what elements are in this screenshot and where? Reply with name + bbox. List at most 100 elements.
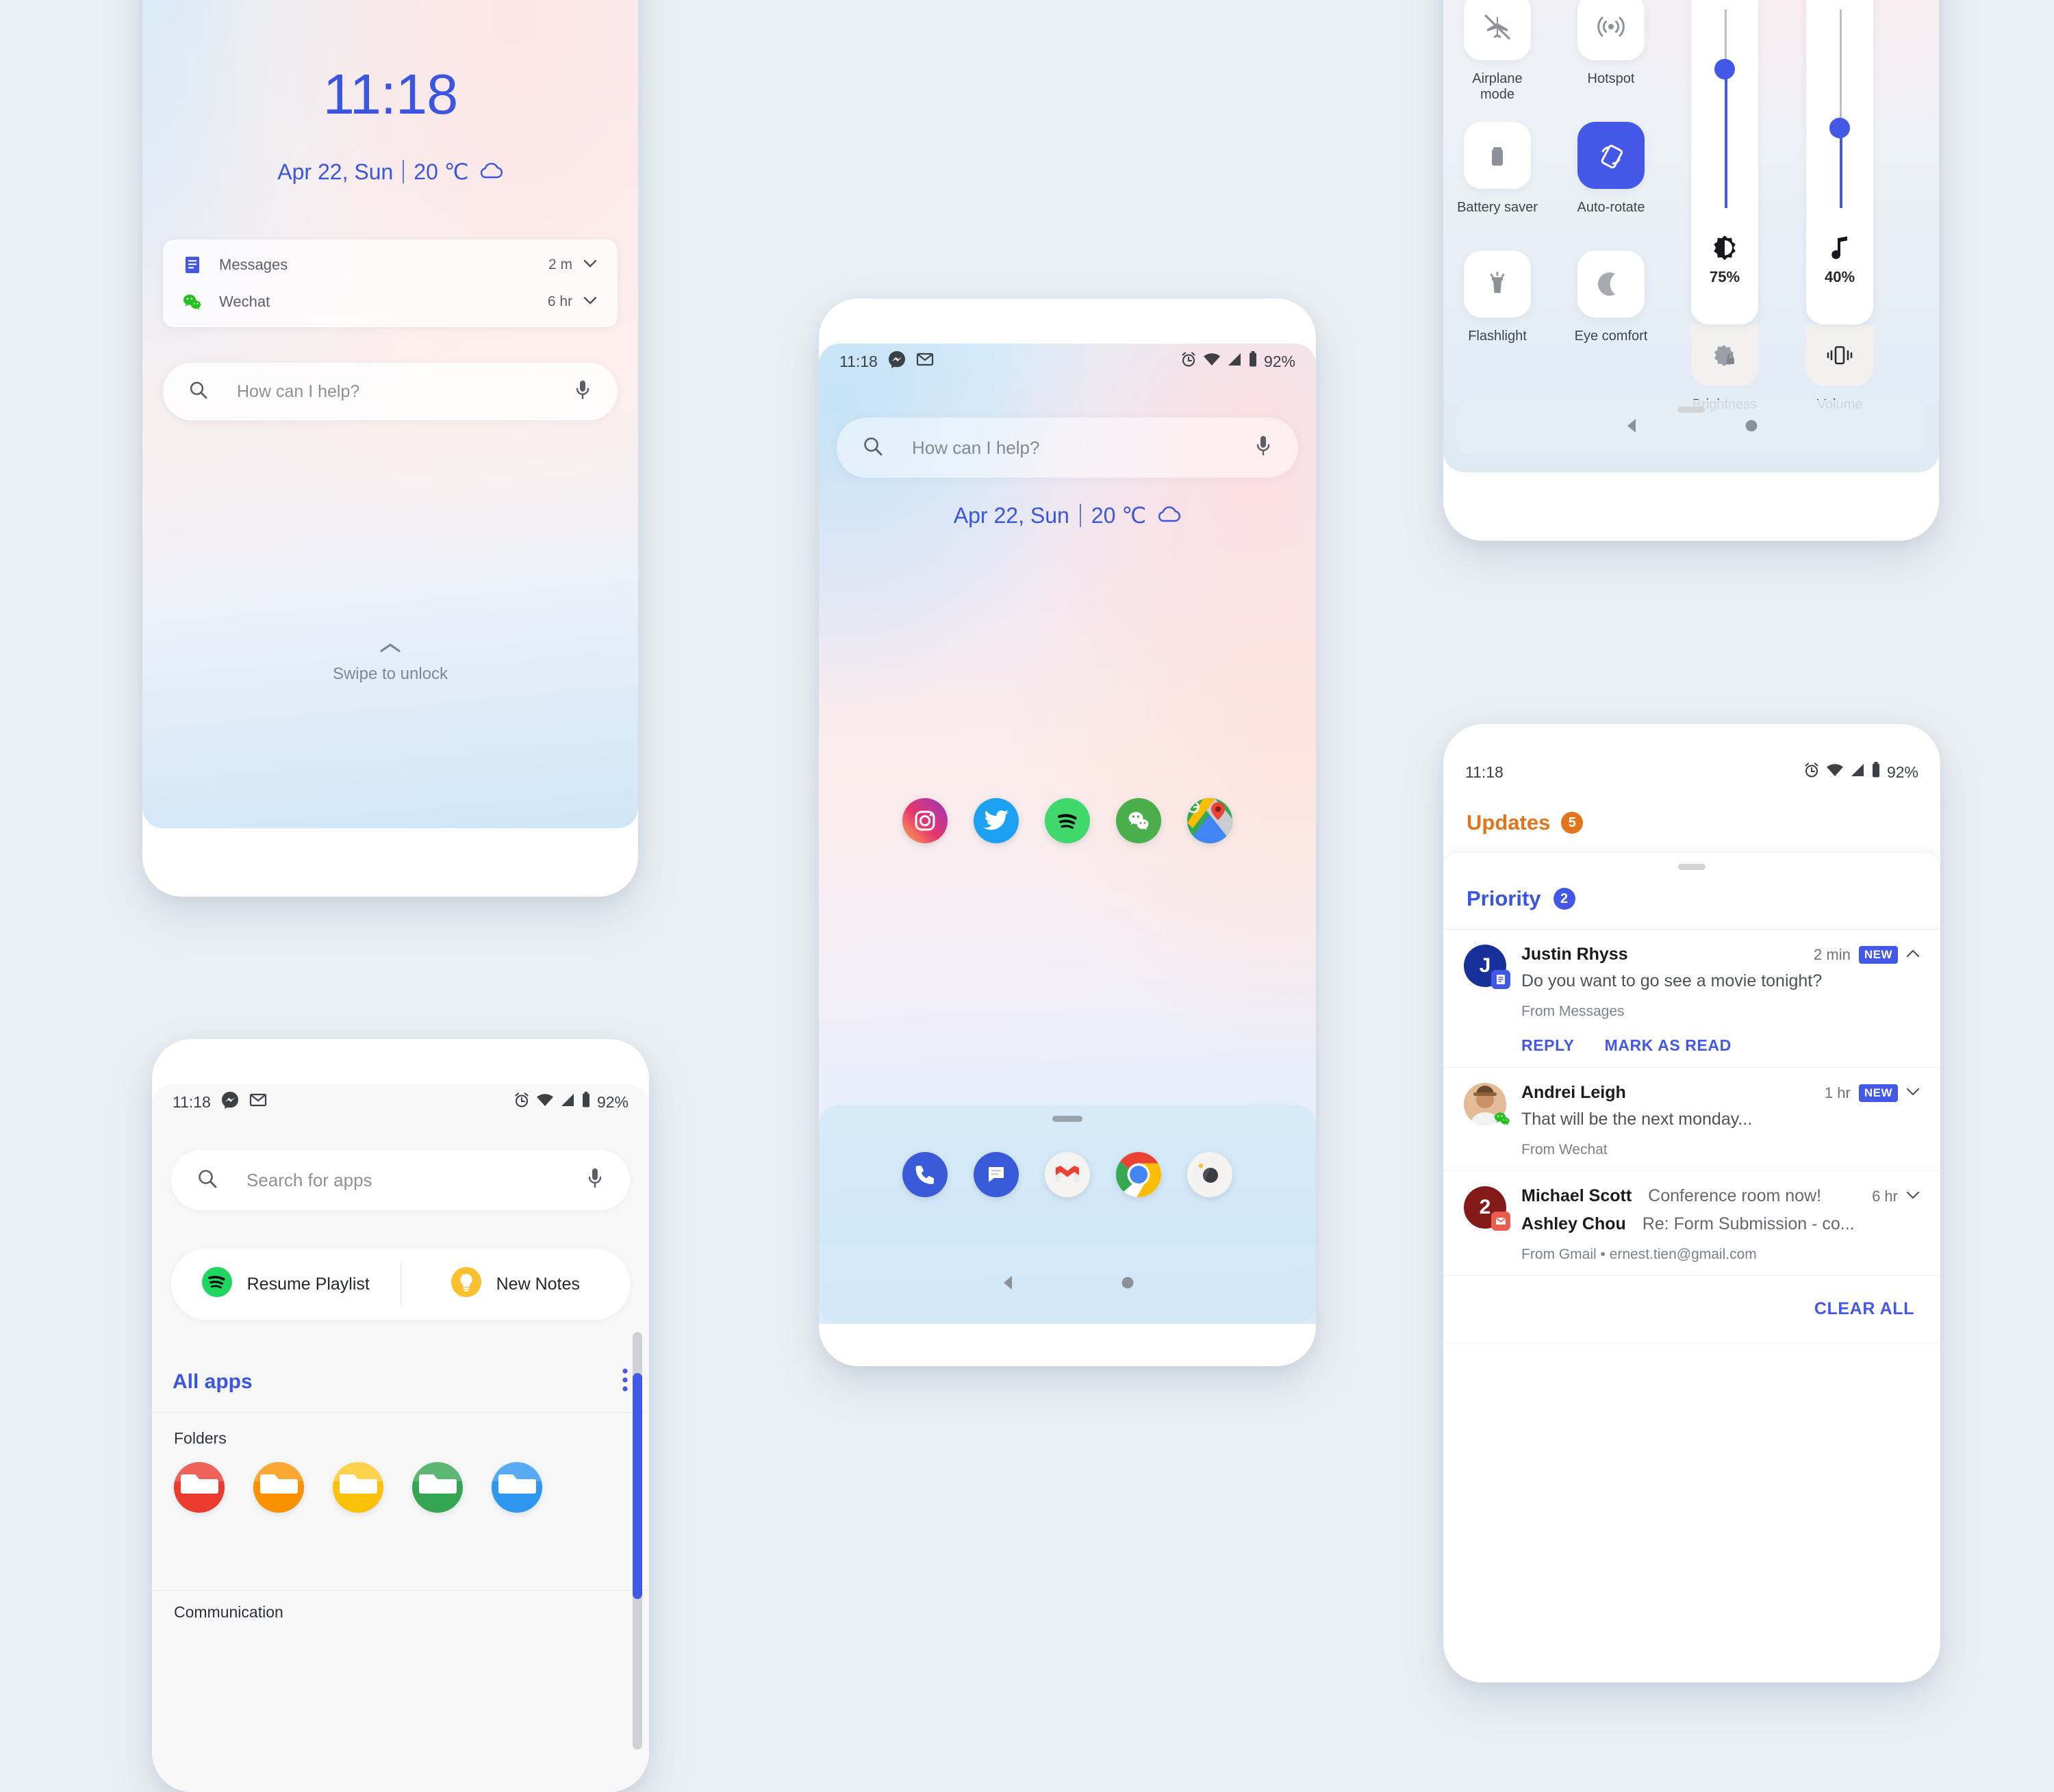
wechat-icon[interactable]	[1116, 798, 1161, 843]
qs-tile-flashlight[interactable]: Flashlight	[1464, 251, 1538, 344]
qs-tile-label: Auto-rotate	[1577, 200, 1645, 215]
messages-icon[interactable]	[974, 1152, 1019, 1197]
mark-as-read-button[interactable]: MARK AS READ	[1605, 1036, 1732, 1055]
qs-tile-eye-comfort[interactable]: Eye comfort	[1575, 251, 1651, 344]
vibrate-icon[interactable]	[1806, 324, 1873, 386]
chevron-down-icon[interactable]	[1906, 1190, 1920, 1203]
notification-row[interactable]: Andrei Leigh 1 hr NEW That will be the n…	[1443, 1068, 1940, 1171]
lock-clock: 11:18	[322, 62, 459, 126]
folder-icon[interactable]	[492, 1462, 542, 1513]
instagram-icon[interactable]	[902, 798, 948, 843]
slider-knob[interactable]	[1829, 118, 1850, 138]
folder-icon[interactable]	[333, 1462, 383, 1513]
home-icon[interactable]	[1744, 418, 1759, 437]
qs-tile-auto-rotate[interactable]: Auto-rotate	[1577, 122, 1651, 216]
lock-search-bar[interactable]: How can I help?	[163, 363, 618, 420]
brightness-icon	[1691, 234, 1758, 261]
microphone-icon[interactable]	[585, 1166, 605, 1194]
gmail-icon[interactable]	[1045, 1152, 1090, 1197]
home-search-bar[interactable]: How can I help?	[837, 418, 1298, 478]
spotify-icon[interactable]	[1045, 798, 1090, 843]
back-icon[interactable]	[1623, 416, 1641, 439]
microphone-icon[interactable]	[1253, 434, 1273, 462]
google-maps-icon[interactable]	[1187, 798, 1232, 843]
hotspot-icon	[1577, 0, 1645, 60]
lock-notification-row-wechat[interactable]: Wechat 6 hr	[181, 283, 597, 320]
chevron-down-icon[interactable]	[583, 259, 597, 271]
qs-tile-airplane-mode[interactable]: Airplane mode	[1464, 0, 1538, 103]
qs-tile-battery-saver[interactable]: Battery saver	[1457, 122, 1538, 216]
notification-text: Do you want to go see a movie tonight?	[1521, 971, 1823, 990]
app-drawer-screen[interactable]: 11:18 92% Search for apps Resume Playlis…	[152, 1084, 649, 1792]
more-vertical-icon[interactable]	[622, 1368, 629, 1396]
notification-row[interactable]: 2 Michael Scott Conference room now! 6 h…	[1443, 1171, 1940, 1276]
lock-notification-time: 6 hr	[547, 294, 572, 309]
back-icon[interactable]	[1000, 1273, 1017, 1296]
clear-all-button[interactable]: CLEAR ALL	[1814, 1299, 1914, 1319]
suggestion-label: New Notes	[496, 1274, 580, 1294]
drawer-battery-percent: 92%	[596, 1092, 629, 1111]
home-icon[interactable]	[1120, 1275, 1135, 1294]
chrome-icon[interactable]	[1116, 1152, 1161, 1197]
qs-tile-label: Hotspot	[1587, 71, 1635, 86]
wifi-icon	[1203, 352, 1221, 371]
camera-icon[interactable]	[1187, 1152, 1232, 1197]
lock-notifications-card[interactable]: Messages 2 m Wechat 6 hr	[163, 240, 618, 327]
microphone-icon[interactable]	[572, 379, 593, 405]
messenger-icon	[888, 350, 906, 372]
drag-handle[interactable]	[1678, 864, 1706, 870]
signal-icon	[560, 1092, 575, 1112]
battery-icon	[1871, 762, 1881, 782]
drag-handle[interactable]	[1052, 1116, 1082, 1122]
auto-rotate-icon	[1577, 122, 1645, 189]
chevron-down-icon[interactable]	[583, 296, 597, 308]
lock-screen-wallpaper[interactable]: 11:18 Apr 22, Sun 20 ℃ Messages 2 m Wech…	[142, 0, 638, 828]
lock-date: Apr 22, Sun	[277, 159, 394, 184]
chevron-down-icon[interactable]	[1906, 1087, 1920, 1099]
twitter-icon[interactable]	[974, 798, 1019, 843]
spotify-icon	[201, 1266, 232, 1302]
suggestion-new-notes[interactable]: New Notes	[401, 1266, 631, 1302]
folder-icon[interactable]	[412, 1462, 463, 1513]
messages-icon	[181, 253, 204, 277]
brightness-slider-card[interactable]: 75%	[1691, 0, 1758, 324]
notification-subject: Conference room now!	[1648, 1186, 1822, 1205]
app-search-bar[interactable]: Search for apps	[171, 1150, 630, 1210]
brightness-auto-lock-icon[interactable]	[1691, 324, 1758, 386]
notification-row[interactable]: J Justin Rhyss 2 min NEW Do you want to …	[1443, 930, 1940, 1068]
drawer-scrollbar[interactable]	[633, 1332, 642, 1750]
search-icon	[861, 435, 885, 461]
scrollbar-thumb[interactable]	[633, 1373, 642, 1599]
app-drawer-phone: 11:18 92% Search for apps Resume Playlis…	[152, 1039, 649, 1792]
battery-icon	[1464, 122, 1531, 189]
clear-all-row: CLEAR ALL	[1443, 1276, 1940, 1342]
qs-slider-volume[interactable]: 40% Volume	[1806, 0, 1880, 413]
swipe-to-unlock[interactable]: Swipe to unlock	[142, 642, 638, 684]
folder-icon[interactable]	[174, 1462, 225, 1513]
folder-icon[interactable]	[253, 1462, 304, 1513]
drag-handle[interactable]	[1677, 407, 1705, 413]
volume-slider-card[interactable]: 40%	[1806, 0, 1873, 324]
alarm-icon	[1180, 351, 1197, 372]
drawer-status-bar: 11:18 92%	[152, 1084, 649, 1120]
wifi-icon	[1826, 763, 1844, 782]
phone-icon[interactable]	[902, 1152, 948, 1197]
folders-label: Folders	[174, 1429, 227, 1447]
qs-tile-hotspot[interactable]: Hotspot	[1577, 0, 1651, 87]
home-screen-wallpaper[interactable]: 11:18 92% How can I help? Apr 22, Sun 20…	[819, 344, 1316, 1324]
chevron-up-icon[interactable]	[1906, 949, 1920, 961]
alarm-icon	[514, 1092, 530, 1112]
suggestion-label: Resume Playlist	[246, 1274, 370, 1294]
qs-slider-brightness[interactable]: 75% Brightness	[1691, 0, 1765, 413]
priority-header[interactable]: Priority 2	[1443, 870, 1940, 930]
home-dock	[819, 1105, 1316, 1244]
suggestion-resume-playlist[interactable]: Resume Playlist	[171, 1266, 401, 1302]
notification-shade-screen[interactable]: 11:18 92% Updates 5 Priority 2 J Justin …	[1443, 724, 1940, 1607]
slider-knob[interactable]	[1714, 59, 1735, 79]
reply-button[interactable]: REPLY	[1521, 1036, 1575, 1055]
app-search-placeholder: Search for apps	[246, 1169, 372, 1190]
updates-header[interactable]: Updates 5	[1443, 790, 1940, 853]
volume-value: 40%	[1824, 268, 1855, 285]
lock-notification-row-messages[interactable]: Messages 2 m	[181, 246, 597, 283]
notification-time: 2 min	[1814, 945, 1851, 963]
